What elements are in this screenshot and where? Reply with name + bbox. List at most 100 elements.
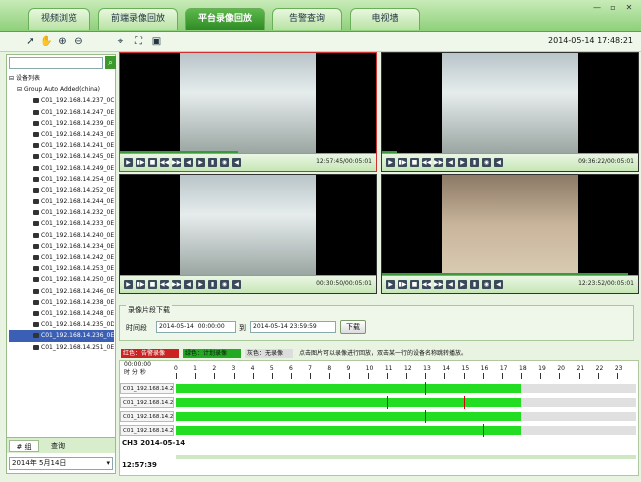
step-icon[interactable]: ▮▶ (136, 158, 145, 167)
stop-icon[interactable]: ■ (410, 280, 419, 289)
timeline-row-label[interactable]: C01_192.168.14.23 (120, 425, 174, 436)
video-frame[interactable] (180, 53, 316, 153)
tree-item[interactable]: C01_192.168.14.253_0E87 (9, 263, 114, 274)
tree-item[interactable]: C01_192.168.14.246_0EAB (9, 286, 114, 297)
timeline-ruler[interactable]: 0 1 2 3 4 5 6 7 8 9 10 11 12 13 14 15 16 17 18 19 20 21 22 23 (174, 365, 636, 381)
plan-record-bar[interactable] (176, 384, 521, 393)
play-icon[interactable]: ▶ (124, 158, 133, 167)
alarm-marker[interactable] (425, 382, 427, 395)
frame-icon[interactable]: ▮ (208, 280, 217, 289)
fast-icon[interactable]: ▶▶ (434, 158, 443, 167)
snapshot-icon[interactable]: ▣ (150, 35, 163, 48)
tree-item[interactable]: C01_192.168.14.254_0E7B (9, 174, 114, 185)
alarm-marker[interactable] (425, 410, 427, 423)
timeline-row[interactable]: C01_192.168.14.23 (120, 410, 636, 423)
tab-live-view[interactable]: 视频浏览 (28, 8, 90, 30)
restore-button[interactable]: ▫ (606, 2, 620, 13)
slow-icon[interactable]: ◀◀ (422, 280, 431, 289)
step-icon[interactable]: ▮▶ (136, 280, 145, 289)
tab-front-playback[interactable]: 前端录像回放 (98, 8, 178, 30)
tab-group[interactable]: # 组 (9, 440, 39, 452)
timeline-row-label[interactable]: C01_192.168.14.23 (120, 411, 174, 422)
tree-item[interactable]: C01_192.168.14.234_0E21 (9, 241, 114, 252)
tree-item[interactable]: C01_192.168.14.239_0E5C (9, 118, 114, 129)
tree-item[interactable]: C01_192.168.14.252_0E6A (9, 185, 114, 196)
play-icon[interactable]: ▶ (124, 280, 133, 289)
alarm-marker[interactable] (386, 396, 388, 409)
tree-item[interactable]: C01_192.168.14.245_0E53 (9, 151, 114, 162)
volume-icon[interactable]: ◀ (232, 158, 241, 167)
plan-record-bar[interactable] (176, 398, 521, 407)
video-pane[interactable]: ▶ ▮▶ ■ ◀◀ ▶▶ ◀ ▶ ▮ ◉ ◀ 09:36:22/00:05:01 (381, 52, 639, 172)
fast-icon[interactable]: ▶▶ (172, 280, 181, 289)
timeline-row[interactable]: C01_192.168.14.24 (120, 382, 636, 395)
pointer-icon[interactable]: ➚ (24, 35, 37, 48)
frame-icon[interactable]: ▮ (470, 158, 479, 167)
play-icon[interactable]: ▶ (386, 158, 395, 167)
fit-icon[interactable]: ⌖ (114, 35, 127, 48)
record-track[interactable] (176, 424, 636, 437)
tree-item[interactable]: C01_192.168.14.241_0E6C (9, 140, 114, 151)
play-icon[interactable]: ▶ (386, 280, 395, 289)
frame-icon[interactable]: ▮ (470, 280, 479, 289)
prev-icon[interactable]: ◀ (446, 280, 455, 289)
timeline-row-label[interactable]: C01_192.168.14.24 (120, 383, 174, 394)
end-datetime-field[interactable]: 2014-05-14 23:59:59 (250, 321, 336, 333)
tab-platform-playback[interactable]: 平台录像回放 (185, 8, 265, 30)
minimize-button[interactable]: — (590, 2, 604, 13)
snapshot-icon[interactable]: ◉ (482, 158, 491, 167)
timeline-row[interactable]: C01_192.168.14.23 (120, 424, 636, 437)
next-icon[interactable]: ▶ (196, 280, 205, 289)
download-button[interactable]: 下载 (340, 320, 366, 334)
tree-item[interactable]: C01_192.168.14.247_0E7F (9, 107, 114, 118)
plan-record-bar[interactable] (176, 412, 521, 421)
record-track[interactable] (176, 410, 636, 423)
stop-icon[interactable]: ■ (148, 158, 157, 167)
step-icon[interactable]: ▮▶ (398, 158, 407, 167)
next-icon[interactable]: ▶ (196, 158, 205, 167)
record-track[interactable] (176, 382, 636, 395)
tree-group[interactable]: ⊟ Group Auto Added(china) (9, 84, 114, 95)
tree-item[interactable]: C01_192.168.14.242_0E54 (9, 252, 114, 263)
search-input[interactable] (9, 57, 103, 69)
next-icon[interactable]: ▶ (458, 280, 467, 289)
timeline-scroll[interactable] (176, 455, 636, 459)
start-datetime-field[interactable]: 2014-05-14 00:00:00 (156, 321, 236, 333)
date-picker[interactable]: 2014年 5月14日 ▾ (9, 457, 113, 470)
close-button[interactable]: ✕ (622, 2, 636, 13)
video-pane[interactable]: ▶ ▮▶ ■ ◀◀ ▶▶ ◀ ▶ ▮ ◉ ◀ 12:57:45/00:05:01 (119, 52, 377, 172)
tab-query[interactable]: 查询 (43, 440, 73, 452)
video-frame[interactable] (180, 175, 316, 275)
fast-icon[interactable]: ▶▶ (172, 158, 181, 167)
stop-icon[interactable]: ■ (148, 280, 157, 289)
timeline-row-label[interactable]: C01_192.168.14.24 (120, 397, 174, 408)
tab-tv-wall[interactable]: 电视墙 (350, 8, 420, 30)
video-frame[interactable] (442, 175, 578, 275)
hand-icon[interactable]: ✋ (40, 35, 53, 48)
tree-item[interactable]: C01_192.168.14.244_0E1D (9, 196, 114, 207)
slow-icon[interactable]: ◀◀ (160, 280, 169, 289)
plan-record-bar[interactable] (176, 426, 521, 435)
video-pane[interactable]: ▶ ▮▶ ■ ◀◀ ▶▶ ◀ ▶ ▮ ◉ ◀ 00:30:50/00:05:01 (119, 174, 377, 294)
tab-alarm-query[interactable]: 告警查询 (272, 8, 342, 30)
video-frame[interactable] (442, 53, 578, 153)
search-button[interactable]: ⌕ (105, 56, 116, 69)
step-icon[interactable]: ▮▶ (398, 280, 407, 289)
frame-icon[interactable]: ▮ (208, 158, 217, 167)
tree-item[interactable]: C01_192.168.14.233_0E24 (9, 218, 114, 229)
fullscreen-icon[interactable]: ⛶ (132, 35, 145, 48)
snapshot-icon[interactable]: ◉ (220, 158, 229, 167)
snapshot-icon[interactable]: ◉ (482, 280, 491, 289)
tree-item[interactable]: C01_192.168.14.243_0E74 (9, 129, 114, 140)
tree-root[interactable]: ⊟ 设备列表 (9, 73, 114, 84)
prev-icon[interactable]: ◀ (184, 280, 193, 289)
next-icon[interactable]: ▶ (458, 158, 467, 167)
zoom-in-icon[interactable]: ⊕ (56, 35, 69, 48)
slow-icon[interactable]: ◀◀ (160, 158, 169, 167)
volume-icon[interactable]: ◀ (494, 280, 503, 289)
timeline-row[interactable]: C01_192.168.14.24 (120, 396, 636, 409)
tree-item[interactable]: C01_192.168.14.250_0E20 (9, 274, 114, 285)
tree-item[interactable]: C01_192.168.14.238_0E20 (9, 297, 114, 308)
tree-item[interactable]: C01_192.168.14.251_0EC3 (9, 342, 114, 353)
tree-item[interactable]: C01_192.168.14.235_0DB2 (9, 319, 114, 330)
